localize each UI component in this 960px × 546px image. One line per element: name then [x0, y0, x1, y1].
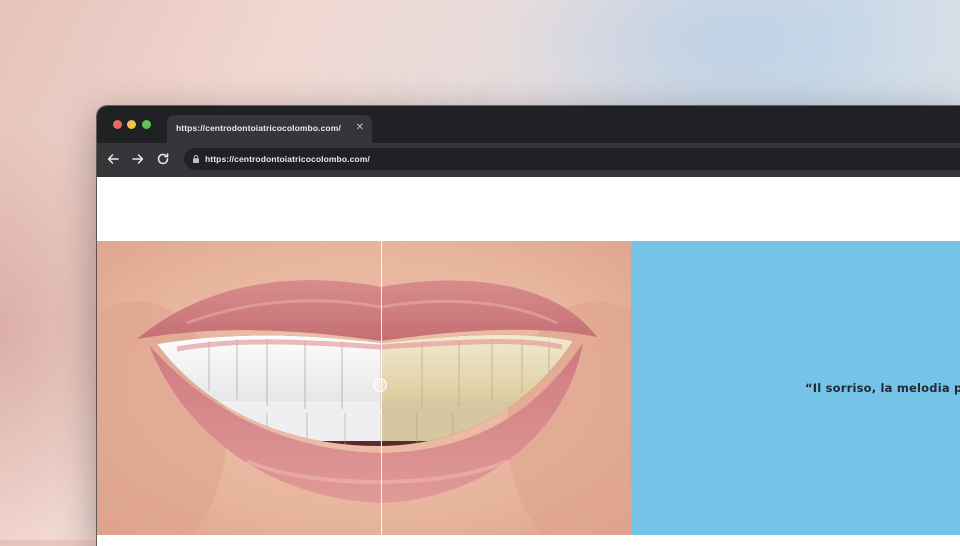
arrow-left-icon[interactable] [105, 151, 121, 167]
reload-icon[interactable] [155, 151, 171, 167]
browser-toolbar: https://centrodontoiatricocolombo.com/ [97, 143, 960, 177]
quote-text: “Il sorriso, la melodia più d [805, 381, 960, 395]
browser-window: https://centrodontoiatricocolombo.com/ ✕… [97, 106, 960, 546]
arrow-right-icon[interactable] [130, 151, 146, 167]
browser-tab[interactable]: https://centrodontoiatricocolombo.com/ ✕ [167, 115, 372, 143]
maximize-window-button[interactable] [142, 120, 151, 129]
minimize-window-button[interactable] [127, 120, 136, 129]
page-content: “Il sorriso, la melodia più d [97, 177, 960, 546]
smile-illustration [97, 280, 631, 535]
hero-section: “Il sorriso, la melodia più d [97, 241, 960, 535]
tab-title: https://centrodontoiatricocolombo.com/ [176, 123, 341, 133]
browser-titlebar: https://centrodontoiatricocolombo.com/ ✕ [97, 106, 960, 143]
close-icon[interactable]: ✕ [356, 122, 364, 134]
before-after-photo[interactable] [97, 241, 631, 535]
close-window-button[interactable] [113, 120, 122, 129]
url-text: https://centrodontoiatricocolombo.com/ [205, 154, 370, 164]
lock-icon [193, 155, 199, 163]
quote-panel: “Il sorriso, la melodia più d [631, 241, 960, 535]
comparison-handle[interactable] [373, 378, 387, 392]
address-bar[interactable]: https://centrodontoiatricocolombo.com/ [184, 148, 960, 170]
